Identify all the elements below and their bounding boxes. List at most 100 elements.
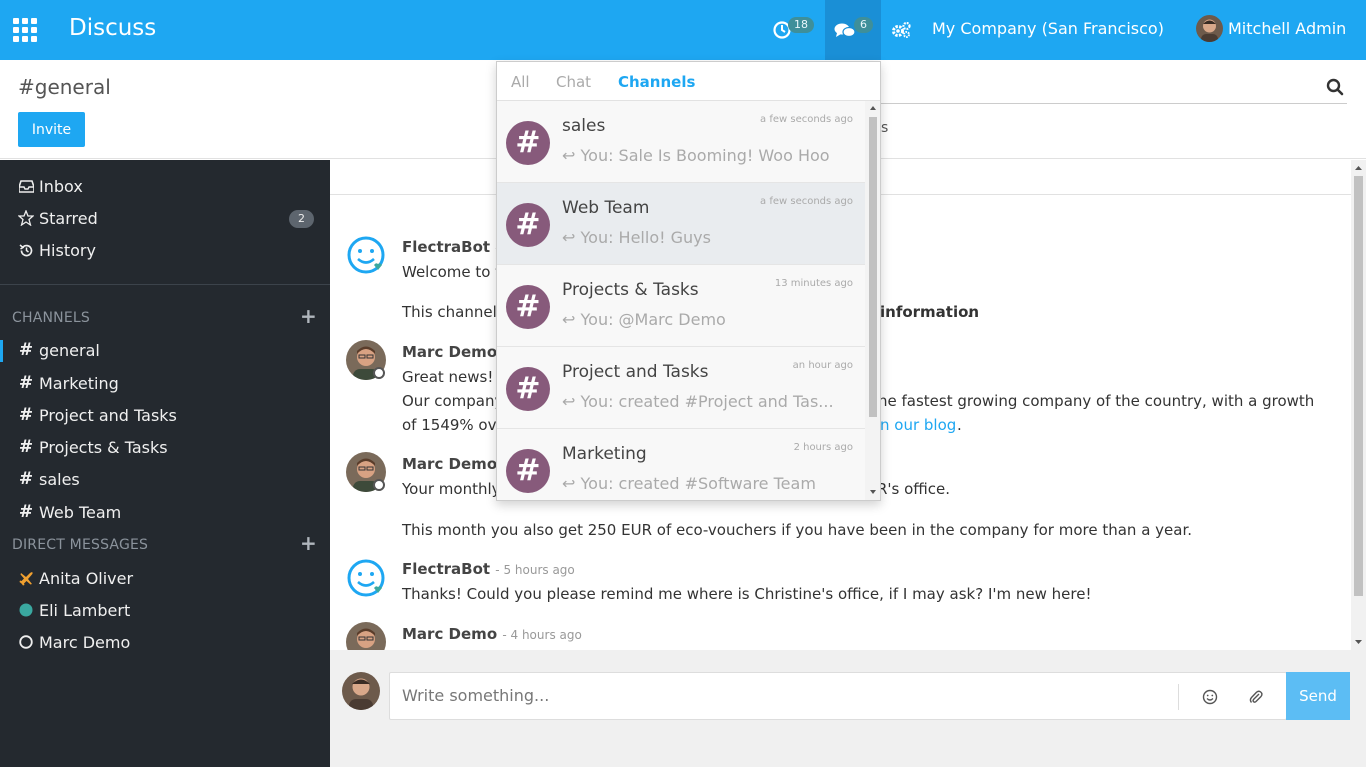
message-date: - 5 hours ago [495, 563, 575, 577]
preview-text: You: created #Project and Tas... [580, 392, 834, 411]
message-author[interactable]: Marc Demo [402, 343, 497, 361]
blog-link[interactable]: n our blog [880, 416, 956, 434]
sidebar-item-label: sales [39, 469, 80, 489]
send-button[interactable]: Send [1286, 672, 1350, 720]
activity-menu[interactable]: 18 [768, 0, 818, 60]
message-input[interactable]: Write something... [389, 672, 1287, 720]
hash-icon: # [18, 373, 34, 393]
add-channel-icon[interactable]: + [300, 304, 317, 328]
sidebar-item-sales[interactable]: # sales [18, 465, 80, 493]
sidebar-item-history[interactable]: History [18, 236, 96, 264]
message-body: of 1549% ove [402, 416, 506, 434]
marc-demo-avatar[interactable] [346, 622, 386, 650]
invite-button[interactable]: Invite [18, 112, 85, 147]
channel-name: Marketing [562, 444, 647, 464]
message-body: Welcome to t [402, 263, 502, 281]
scroll-down-icon[interactable] [1351, 636, 1366, 648]
scroll-up-icon[interactable] [865, 103, 881, 113]
preview-text: You: Hello! Guys [580, 228, 711, 247]
sidebar-item-label: Inbox [39, 176, 83, 196]
channels-header[interactable]: CHANNELS [12, 310, 90, 326]
sidebar-item-label: Anita Oliver [39, 568, 134, 588]
plane-icon [18, 571, 34, 586]
message-author[interactable]: FlectraBot - 5 hours ago [402, 560, 575, 578]
search-icon[interactable] [1326, 78, 1344, 96]
sidebar-item-general[interactable]: # general [18, 336, 100, 364]
scroll-up-icon[interactable] [1351, 162, 1366, 174]
sidebar-item-project-and-tasks[interactable]: # Project and Tasks [18, 401, 177, 429]
active-channel-indicator [0, 340, 3, 362]
message-author[interactable]: FlectraBot - [402, 238, 500, 256]
message-punctuation: . [967, 303, 972, 321]
sidebar-item-inbox[interactable]: Inbox [18, 172, 83, 200]
message-body: R's office. [877, 480, 951, 498]
reply-icon: ↩ [562, 310, 581, 329]
author-name[interactable]: FlectraBot [402, 238, 490, 256]
author-name[interactable]: FlectraBot [402, 560, 490, 578]
sidebar-item-eli-lambert[interactable]: Eli Lambert [18, 596, 130, 624]
preview-text: You: created #Software Team [580, 474, 816, 493]
sidebar-item-marketing[interactable]: # Marketing [18, 369, 119, 397]
sidebar-item-web-team[interactable]: # Web Team [18, 498, 121, 526]
user-menu[interactable]: Mitchell Admin [1228, 19, 1346, 38]
message-body: This channel [402, 303, 497, 321]
dropdown-scrollbar[interactable] [865, 101, 881, 500]
history-icon [18, 243, 34, 258]
last-message-time: a few seconds ago [760, 196, 853, 207]
dropdown-item-web-team[interactable]: # Web Team a few seconds ago ↩ You: Hell… [497, 183, 865, 265]
channel-name: Web Team [562, 198, 650, 218]
thread-scroll-thumb[interactable] [1354, 176, 1363, 596]
sidebar-item-starred[interactable]: Starred [18, 204, 98, 232]
reply-icon: ↩ [562, 146, 581, 165]
paperclip-icon[interactable] [1248, 689, 1264, 705]
dropdown-filter-tabs: All Chat Channels [497, 62, 880, 101]
message-body: This month you also get 250 EUR of eco-v… [402, 521, 1193, 539]
gears-icon [892, 21, 911, 38]
sidebar-item-marc-demo[interactable]: Marc Demo [18, 628, 130, 656]
offline-status-icon [373, 367, 385, 379]
thread-scrollbar[interactable] [1351, 160, 1366, 650]
sidebar-item-anita-oliver[interactable]: Anita Oliver [18, 564, 133, 592]
message-input-placeholder: Write something... [402, 686, 550, 705]
offline-status-icon [373, 479, 385, 491]
app-name[interactable]: Discuss [69, 15, 156, 41]
flectrabot-avatar[interactable] [346, 558, 386, 598]
sidebar-item-label: Starred [39, 208, 98, 228]
tab-channels[interactable]: Channels [618, 73, 695, 91]
sidebar-item-label: Eli Lambert [39, 600, 131, 620]
emoji-icon[interactable] [1202, 689, 1218, 705]
channel-name: Project and Tasks [562, 362, 709, 382]
channel-hash-icon: # [506, 449, 550, 493]
messaging-menu[interactable]: 6 [825, 0, 881, 60]
dropdown-scroll-thumb[interactable] [869, 117, 877, 417]
dropdown-item-marketing[interactable]: # Marketing 2 hours ago ↩ You: created #… [497, 429, 865, 500]
last-message-time: 2 hours ago [793, 442, 853, 453]
sidebar-item-projects-tasks[interactable]: # Projects & Tasks [18, 433, 168, 461]
tab-chat[interactable]: Chat [556, 73, 591, 91]
dropdown-item-project-and-tasks[interactable]: # Project and Tasks an hour ago ↩ You: c… [497, 347, 865, 429]
sidebar-item-label: History [39, 240, 96, 260]
dropdown-item-sales[interactable]: # sales a few seconds ago ↩ You: Sale Is… [497, 101, 865, 183]
add-direct-message-icon[interactable]: + [300, 531, 317, 555]
current-user-avatar [342, 672, 380, 710]
preview-text: You: Sale Is Booming! Woo Hoo [580, 146, 830, 165]
star-icon [18, 210, 34, 226]
offline-circle-icon [18, 635, 34, 649]
scroll-down-icon[interactable] [865, 487, 881, 497]
dropdown-item-projects-tasks[interactable]: # Projects & Tasks 13 minutes ago ↩ You:… [497, 265, 865, 347]
last-message-preview: ↩ You: Hello! Guys [562, 228, 852, 247]
message-author[interactable]: Marc Demo - 4 hours ago [402, 625, 582, 643]
direct-messages-header[interactable]: DIRECT MESSAGES [12, 537, 148, 553]
author-name[interactable]: Marc Demo [402, 625, 497, 643]
search-input[interactable] [880, 103, 1347, 104]
channel-hash-icon: # [506, 367, 550, 411]
user-avatar[interactable] [1196, 15, 1223, 42]
search-options-text: s [881, 120, 889, 136]
message-author[interactable]: Marc Demo [402, 455, 497, 473]
settings-menu[interactable] [890, 0, 914, 60]
company-switcher[interactable]: My Company (San Francisco) [932, 19, 1164, 38]
apps-menu-icon[interactable] [13, 18, 37, 42]
tab-all[interactable]: All [511, 73, 530, 91]
flectrabot-avatar[interactable] [346, 235, 386, 275]
messages-count-badge: 6 [854, 17, 873, 33]
